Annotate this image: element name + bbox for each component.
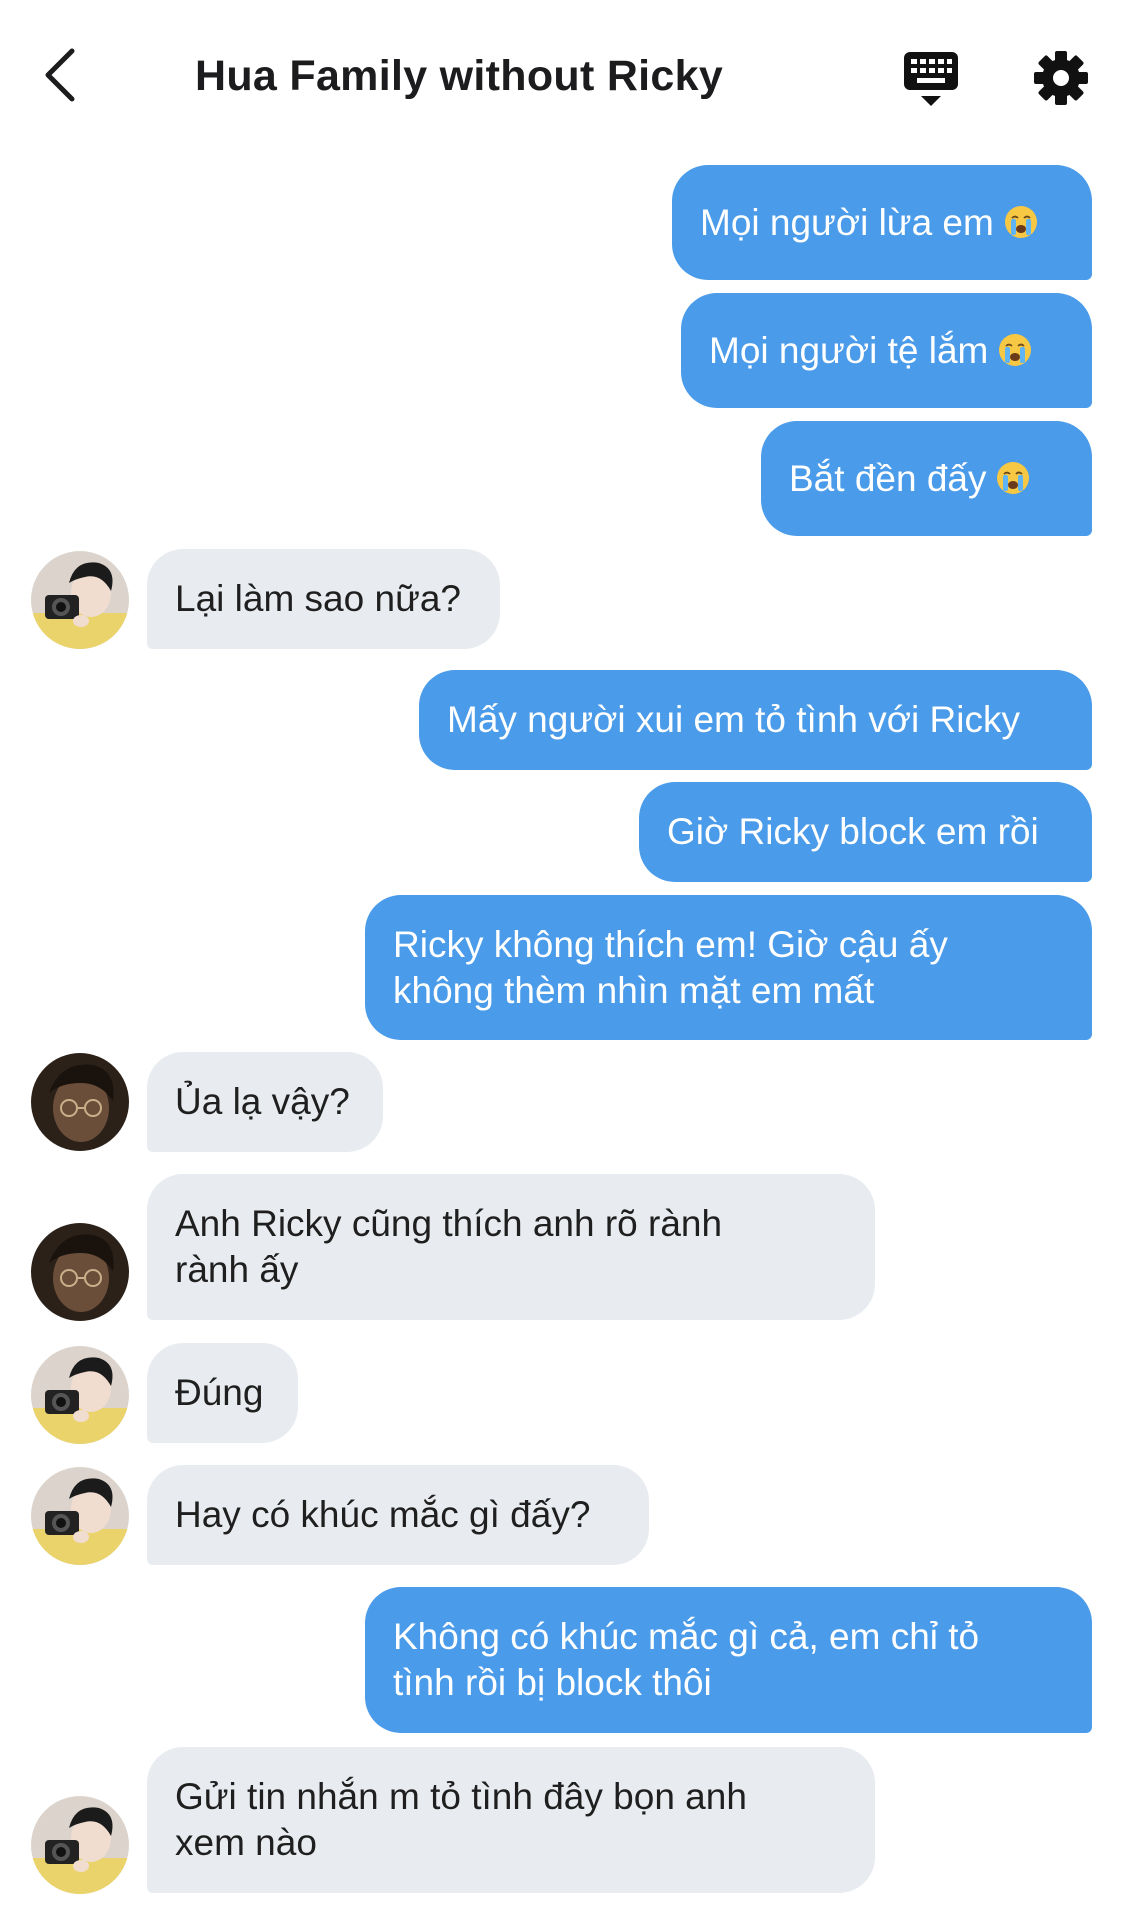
avatar-glasses-boy[interactable]: [31, 1223, 129, 1321]
outgoing-message-bubble[interactable]: Không có khúc mắc gì cả, em chỉ tỏ tình …: [365, 1587, 1092, 1733]
message-text: Hay có khúc mắc gì đấy?: [175, 1494, 591, 1535]
settings-button[interactable]: [1033, 50, 1089, 106]
message-text: Anh Ricky cũng thích anh rõ rành rành ấy: [175, 1203, 723, 1290]
chevron-left-icon: [45, 48, 75, 102]
incoming-message-bubble[interactable]: Hay có khúc mắc gì đấy?: [147, 1465, 649, 1565]
incoming-message-bubble[interactable]: Gửi tin nhắn m tỏ tình đây bọn anh xem n…: [147, 1747, 875, 1893]
outgoing-message-bubble[interactable]: Ricky không thích em! Giờ cậu ấy không t…: [365, 895, 1092, 1040]
incoming-message-bubble[interactable]: Ủa lạ vậy?: [147, 1052, 383, 1152]
outgoing-message-bubble[interactable]: Mọi người lừa em: [672, 165, 1092, 280]
loudly-crying-face-icon: [1004, 204, 1038, 238]
message-text: Lại làm sao nữa?: [175, 578, 461, 619]
message-text: Bắt đền đấy: [789, 458, 987, 499]
chat-header: Hua Family without Ricky: [0, 0, 1127, 150]
avatar-camera-boy[interactable]: [31, 1467, 129, 1565]
avatar-camera-boy[interactable]: [31, 1796, 129, 1894]
message-text: Mọi người lừa em: [700, 202, 994, 243]
back-button[interactable]: [38, 45, 88, 105]
outgoing-message-bubble[interactable]: Giờ Ricky block em rồi: [639, 782, 1092, 882]
avatar-glasses-boy[interactable]: [31, 1053, 129, 1151]
message-text: Mọi người tệ lắm: [709, 330, 989, 371]
outgoing-message-bubble[interactable]: Mọi người tệ lắm: [681, 293, 1092, 408]
avatar-camera-boy[interactable]: [31, 551, 129, 649]
keyboard-icon: [904, 52, 958, 106]
incoming-message-bubble[interactable]: Đúng: [147, 1343, 298, 1443]
chat-title: Hua Family without Ricky: [195, 52, 724, 100]
loudly-crying-face-icon: [998, 332, 1032, 366]
incoming-message-bubble[interactable]: Anh Ricky cũng thích anh rõ rành rành ấy: [147, 1174, 875, 1320]
avatar-camera-boy[interactable]: [31, 1346, 129, 1444]
outgoing-message-bubble[interactable]: Mấy người xui em tỏ tình với Ricky: [419, 670, 1092, 770]
message-text: Mấy người xui em tỏ tình với Ricky: [447, 699, 1020, 740]
message-text: Đúng: [175, 1372, 264, 1413]
message-text: Gửi tin nhắn m tỏ tình đây bọn anh xem n…: [175, 1776, 747, 1863]
message-text: Không có khúc mắc gì cả, em chỉ tỏ tình …: [393, 1616, 980, 1703]
message-text: Ủa lạ vậy?: [175, 1081, 350, 1122]
outgoing-message-bubble[interactable]: Bắt đền đấy: [761, 421, 1092, 536]
keyboard-button[interactable]: [903, 50, 959, 108]
message-text: Giờ Ricky block em rồi: [667, 811, 1039, 852]
message-text: Ricky không thích em! Giờ cậu ấy không t…: [393, 924, 948, 1011]
loudly-crying-face-icon: [996, 460, 1030, 494]
incoming-message-bubble[interactable]: Lại làm sao nữa?: [147, 549, 500, 649]
gear-icon: [1034, 51, 1088, 105]
